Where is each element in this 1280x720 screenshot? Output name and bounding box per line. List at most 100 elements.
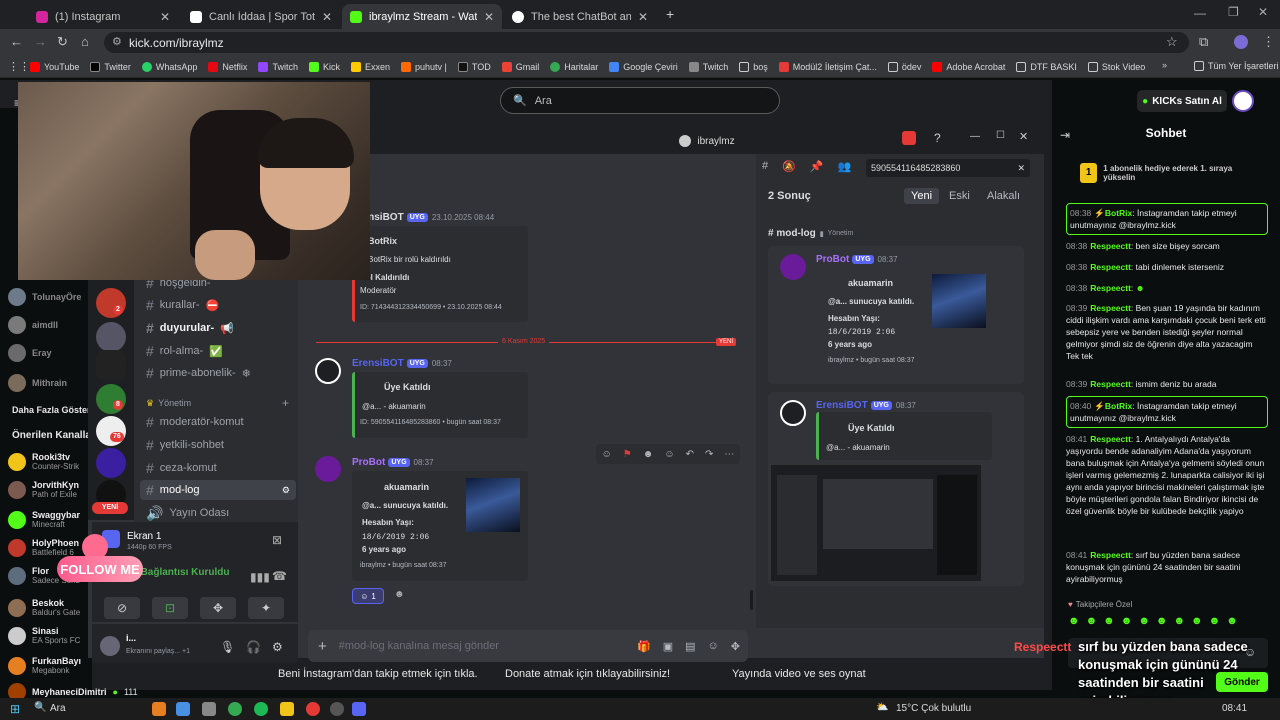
donate-panel-link[interactable]: Donate atmak için tıklayabilirsiniz!: [505, 668, 670, 680]
threads-icon[interactable]: #: [762, 160, 768, 173]
tab-kick[interactable]: ibraylmz Stream - Watch Live o ✕: [342, 4, 502, 29]
apps-icon[interactable]: ⋮⋮: [8, 60, 30, 73]
message-author[interactable]: ProBot UYG 08:37: [816, 254, 898, 265]
bookmark-item[interactable]: YouTube: [30, 61, 79, 72]
more-bookmarks-icon[interactable]: »: [1162, 60, 1167, 70]
file-explorer-icon[interactable]: [280, 702, 294, 716]
recommended-channel[interactable]: FurkanBayı Megabonk: [8, 656, 81, 675]
sort-oldest[interactable]: Eski: [942, 188, 977, 204]
message-author[interactable]: ProBot UYG 08:37: [352, 457, 434, 468]
emote-icon[interactable]: ☻: [1173, 615, 1185, 629]
category-yonetim[interactable]: ♛ Yönetim: [146, 398, 191, 409]
task-view-icon[interactable]: [202, 702, 216, 716]
server-icon[interactable]: [96, 322, 126, 352]
bookmark-item[interactable]: Kick: [308, 61, 340, 72]
emote-icon[interactable]: ☻: [1086, 615, 1098, 629]
maximize-button[interactable]: ❐: [1228, 5, 1239, 19]
result-channel[interactable]: # mod-log ▮ Yönetim: [768, 228, 853, 239]
emote-icon[interactable]: ☻: [1068, 615, 1080, 629]
channel-kurallar[interactable]: # kurallar- ⛔: [140, 295, 296, 315]
gift-icon[interactable]: 🎁: [637, 640, 651, 653]
disconnect-icon[interactable]: ☎: [272, 569, 287, 583]
bookmark-item[interactable]: Netflix: [208, 61, 247, 72]
forward-icon[interactable]: ↷: [705, 449, 713, 460]
windows-start-icon[interactable]: ⊞: [10, 702, 20, 716]
kick-search-input[interactable]: 🔍 Ara: [500, 87, 780, 114]
address-bar[interactable]: ⚙ kick.com/ibraylmz: [104, 32, 1189, 53]
add-reaction-icon[interactable]: ☻: [394, 589, 405, 600]
bookmark-folder[interactable]: DTF BASKI: [1016, 61, 1077, 72]
emote-icon[interactable]: ☻: [1103, 615, 1115, 629]
menu-icon[interactable]: ⋮: [1262, 34, 1275, 50]
new-tab-button[interactable]: +: [666, 6, 674, 22]
taskbar-search[interactable]: Ara: [50, 703, 66, 714]
emote-icon[interactable]: ☻: [1226, 615, 1238, 629]
discord-icon[interactable]: [352, 702, 366, 716]
inbox-icon[interactable]: [902, 131, 916, 145]
recommended-channel[interactable]: JorvithKyn Path of Exile: [8, 480, 79, 499]
emoji-icon[interactable]: ☺: [708, 640, 719, 652]
maximize-button[interactable]: ☐: [996, 130, 1005, 141]
bookmark-star-icon[interactable]: ☆: [1166, 34, 1178, 50]
show-more-link[interactable]: Daha Fazla Göster: [12, 405, 91, 415]
extensions-icon[interactable]: ⧉: [1199, 34, 1208, 50]
user-avatar[interactable]: [1232, 90, 1254, 112]
followed-channel[interactable]: aimdll: [8, 316, 58, 334]
clear-search-icon[interactable]: ✕: [1017, 163, 1025, 174]
back-icon[interactable]: ←: [10, 34, 23, 49]
more-icon[interactable]: ⋯: [724, 449, 734, 460]
channel-mod-log[interactable]: # mod-log ⚙: [140, 480, 296, 500]
taskbar-app-icon[interactable]: [152, 702, 166, 716]
recommended-channel[interactable]: Rooki3tv Counter-Strik: [8, 452, 79, 471]
emote-icon[interactable]: ☻: [1156, 615, 1168, 629]
all-bookmarks[interactable]: Tüm Yer İşaretleri: [1194, 61, 1279, 71]
sort-newest[interactable]: Yeni: [904, 188, 940, 204]
reaction-icon[interactable]: ☺: [602, 449, 612, 460]
bookmark-item[interactable]: Twitch: [258, 61, 298, 72]
headphones-icon[interactable]: 🎧: [246, 640, 261, 654]
site-info-icon[interactable]: ⚙: [112, 35, 122, 48]
bookmark-folder[interactable]: boş: [739, 61, 768, 72]
apps-icon[interactable]: ✥: [731, 640, 740, 653]
channel-rol-alma[interactable]: # rol-alma- ✅: [140, 341, 296, 361]
bookmark-item[interactable]: Twitter: [90, 61, 131, 72]
bookmark-item[interactable]: puhutv |: [400, 61, 447, 72]
screen-share-button[interactable]: ⊡: [152, 597, 188, 619]
reply-icon[interactable]: ↶: [686, 449, 694, 460]
clock[interactable]: 08:41: [1222, 703, 1247, 714]
opera-icon[interactable]: [306, 702, 320, 716]
microphone-icon[interactable]: 🎙: [220, 640, 235, 654]
close-icon[interactable]: ✕: [638, 10, 648, 24]
taskbar-app-icon[interactable]: [176, 702, 190, 716]
close-icon[interactable]: ✕: [322, 10, 332, 24]
gift-sub-banner[interactable]: 1 1 abonelik hediye ederek 1. sıraya yük…: [1080, 160, 1260, 186]
bookmark-folder[interactable]: ödev: [887, 61, 921, 72]
avatar[interactable]: [315, 456, 341, 482]
gif-icon[interactable]: ▣: [663, 640, 673, 653]
instagram-panel-link[interactable]: Beni İnstagram'dan takip etmek için tıkl…: [278, 668, 478, 680]
taskbar-app-icon[interactable]: [330, 702, 344, 716]
bookmark-item[interactable]: WhatsApp: [141, 61, 197, 72]
forward-icon[interactable]: →: [34, 34, 47, 49]
reload-icon[interactable]: ↻: [57, 34, 68, 50]
settings-icon[interactable]: ⚙: [272, 640, 283, 654]
scrollbar[interactable]: [750, 590, 753, 610]
members-icon[interactable]: 👥: [838, 160, 852, 173]
buy-kicks-button[interactable]: ● KICKs Satın Al: [1137, 90, 1227, 112]
add-channel-icon[interactable]: +: [282, 396, 289, 410]
embed-thumbnail[interactable]: [932, 274, 986, 328]
home-icon[interactable]: ⌂: [81, 34, 89, 49]
emote-icon[interactable]: ☻: [1209, 615, 1221, 629]
bookmark-item[interactable]: Modül2 İletişim Çat...: [778, 61, 877, 72]
embed-thumbnail[interactable]: [466, 478, 520, 532]
attach-icon[interactable]: +: [318, 638, 327, 655]
tab-canli-iddaa[interactable]: Canlı İddaa | Spor Toto | Canlı B ✕: [182, 4, 340, 29]
notification-off-icon[interactable]: 🔕: [782, 160, 796, 173]
chrome-icon[interactable]: [228, 702, 242, 716]
message-author[interactable]: ErensiBOT UYG 08:37: [352, 358, 452, 369]
server-icon[interactable]: [96, 416, 126, 446]
screenshot-preview[interactable]: [770, 464, 982, 582]
followed-channel[interactable]: TolunayÖre: [8, 288, 81, 306]
avatar[interactable]: [780, 400, 806, 426]
close-window-button[interactable]: ✕: [1258, 5, 1268, 19]
